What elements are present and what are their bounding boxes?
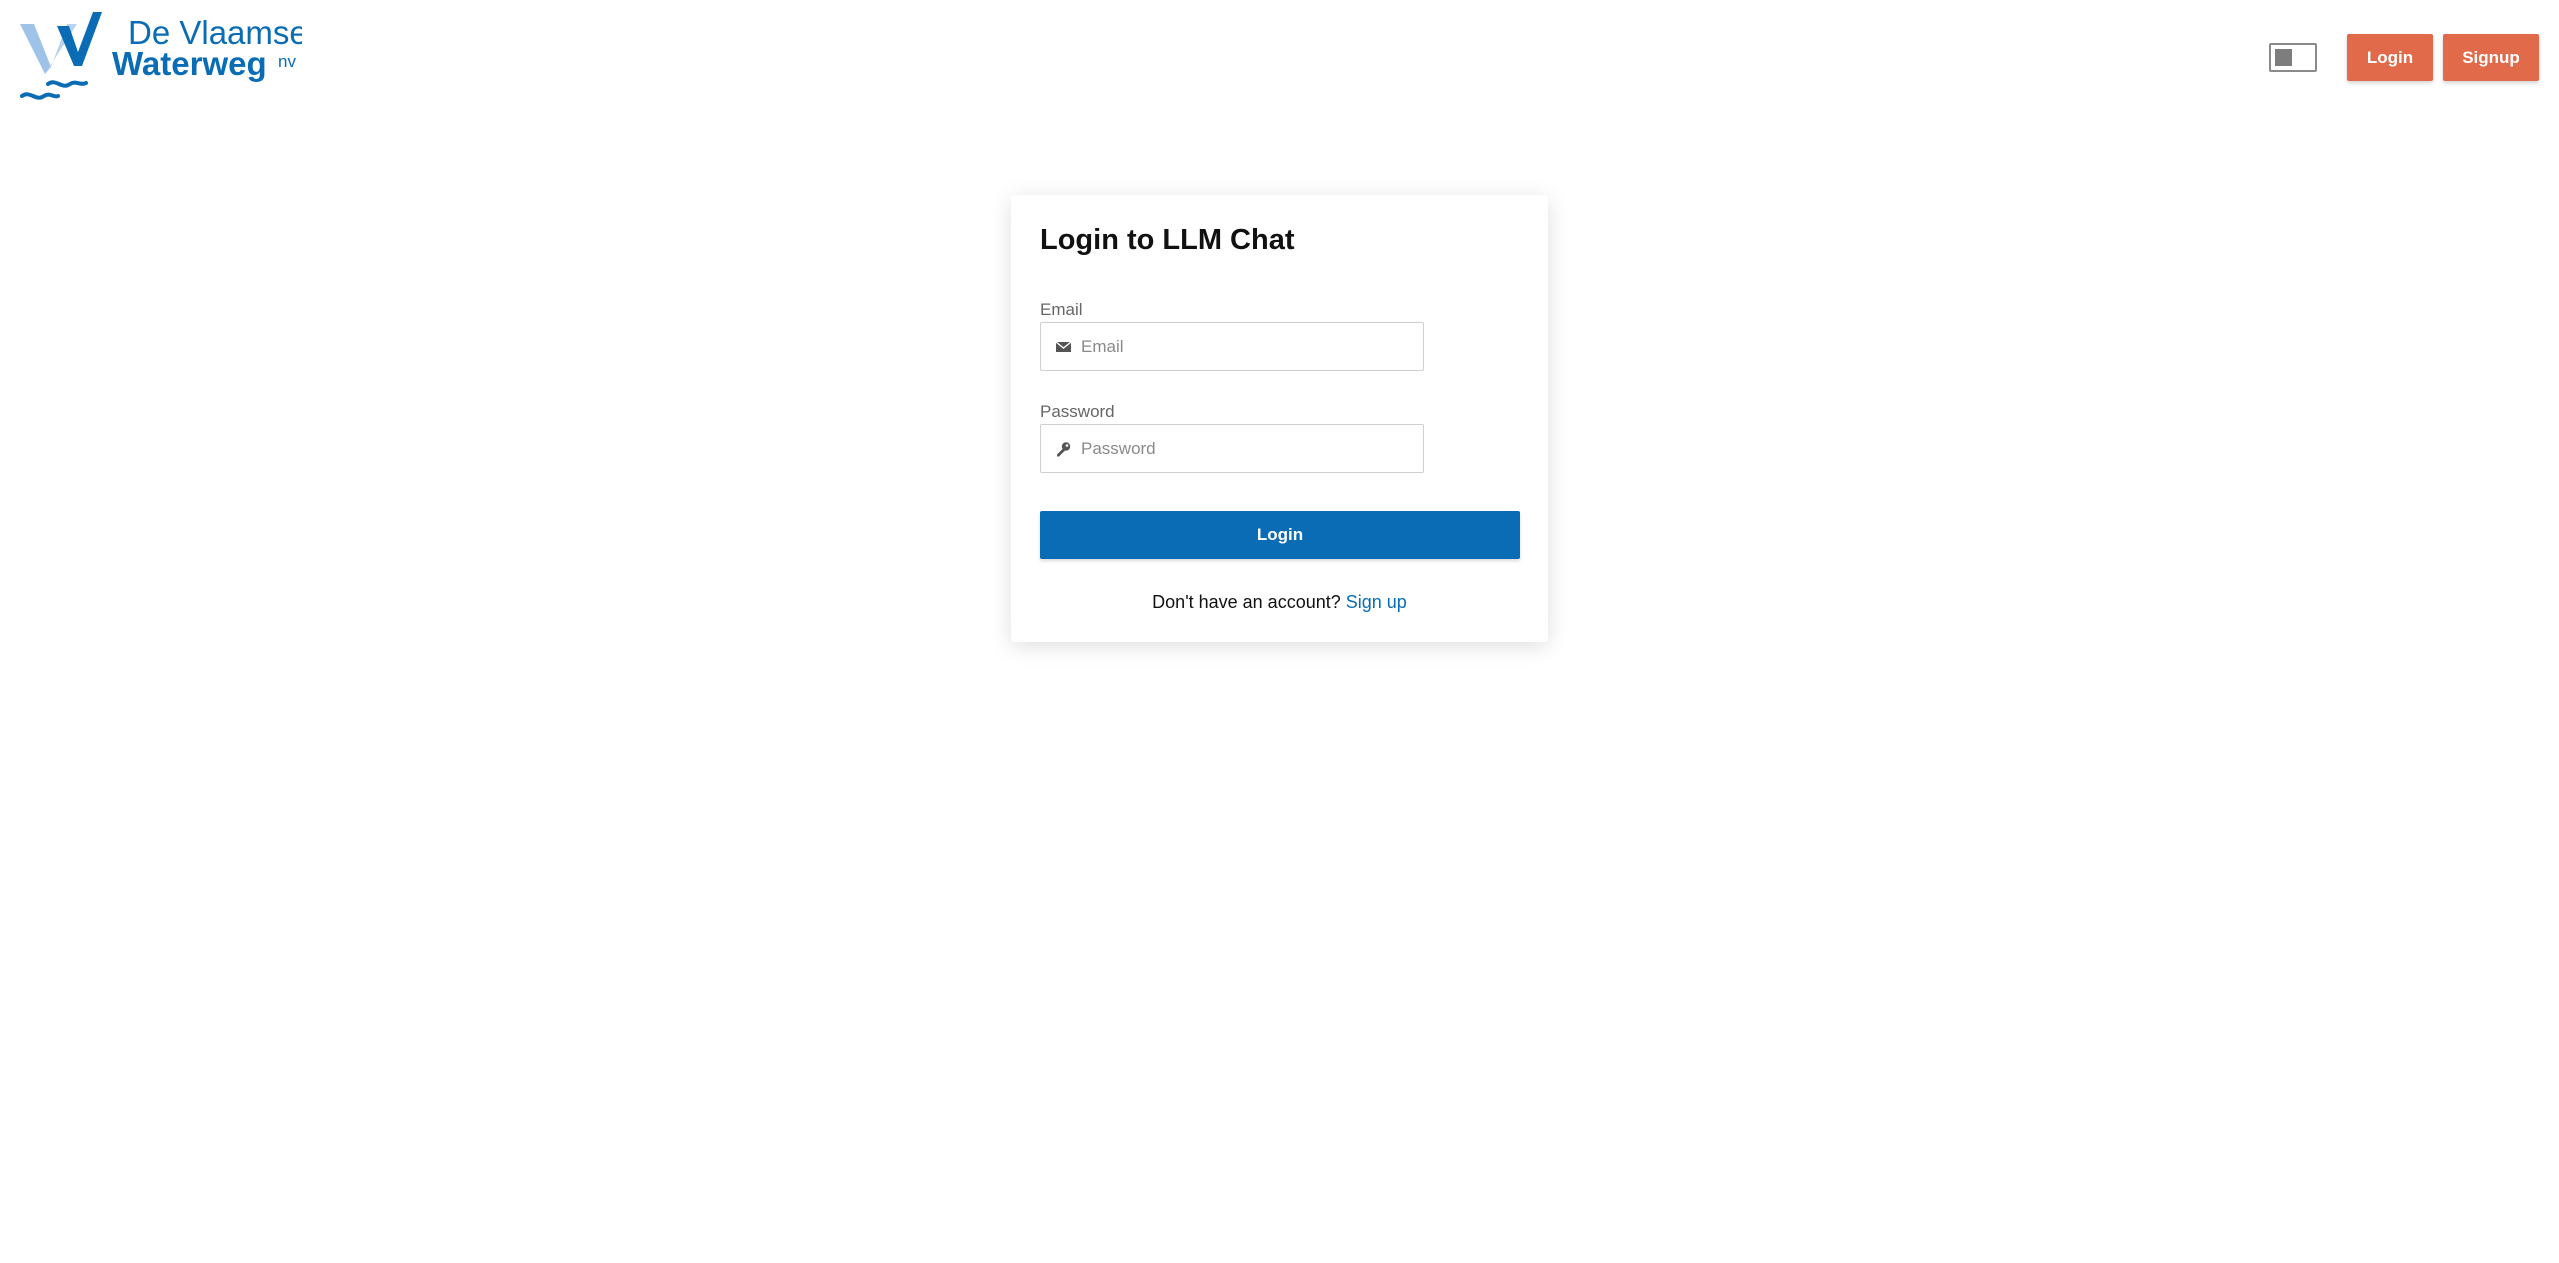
- login-card: Login to LLM Chat Email Password Login D…: [1011, 195, 1548, 642]
- logo-wave-1: [20, 92, 60, 100]
- login-submit-button[interactable]: Login: [1040, 511, 1520, 559]
- signup-prompt-row: Don't have an account? Sign up: [1011, 591, 1548, 613]
- theme-toggle[interactable]: [2269, 43, 2317, 72]
- password-input[interactable]: [1081, 425, 1411, 472]
- logo-v-light: [20, 24, 51, 74]
- top-header: De Vlaamse Waterweg nv Login Signup: [0, 0, 2559, 115]
- signup-link[interactable]: Sign up: [1346, 592, 1407, 612]
- email-label: Email: [1040, 300, 1083, 319]
- email-field-wrapper[interactable]: [1040, 322, 1424, 371]
- password-field-wrapper[interactable]: [1040, 424, 1424, 473]
- logo-wave-2: [46, 80, 88, 88]
- brand-line2: Waterweg: [112, 45, 267, 82]
- brand-suffix: nv: [278, 52, 296, 71]
- page-title: Login to LLM Chat: [1040, 224, 1295, 256]
- toggle-knob: [2275, 49, 2292, 66]
- header-login-button[interactable]: Login: [2347, 34, 2433, 81]
- header-signup-button[interactable]: Signup: [2443, 34, 2539, 81]
- logo-graphic: De Vlaamse Waterweg nv: [20, 12, 302, 100]
- password-label: Password: [1040, 402, 1115, 421]
- signup-prompt-text: Don't have an account?: [1152, 592, 1341, 612]
- brand-logo[interactable]: De Vlaamse Waterweg nv: [20, 12, 302, 104]
- logo-v-dark: [57, 12, 102, 66]
- key-icon: [1057, 442, 1071, 457]
- envelope-icon: [1055, 341, 1072, 352]
- email-input[interactable]: [1081, 323, 1411, 370]
